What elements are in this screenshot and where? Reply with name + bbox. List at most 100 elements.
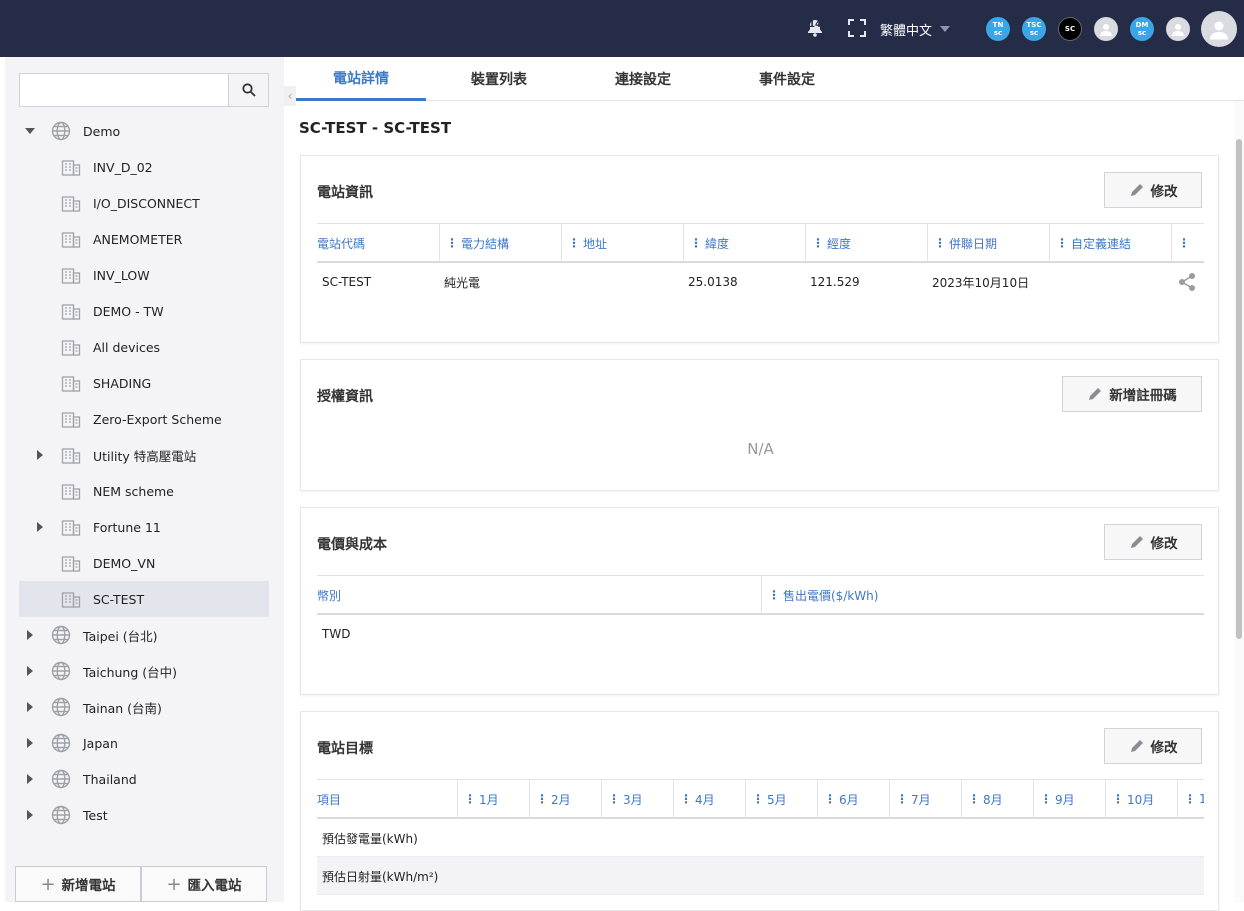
tab-connection-settings[interactable]: 連接設定: [580, 57, 706, 101]
tree-group-item[interactable]: Japan: [5, 725, 284, 761]
language-selector[interactable]: 繁體中文: [880, 18, 951, 40]
column-header[interactable]: 項目: [317, 780, 341, 818]
column-header[interactable]: ⋮ 併聯日期: [934, 224, 997, 262]
column-divider: [1177, 780, 1178, 818]
column-header[interactable]: ⋮: [1178, 224, 1193, 262]
user-avatar-sc[interactable]: SC: [1058, 17, 1082, 41]
column-divider: [1105, 780, 1106, 818]
tab-event-settings[interactable]: 事件設定: [724, 57, 850, 101]
tree-group-item[interactable]: Taipei (台北): [5, 617, 284, 653]
column-header[interactable]: ⋮11: [1184, 780, 1204, 818]
tree-site-item[interactable]: DEMO_VN: [5, 545, 284, 581]
tree-item-label: All devices: [93, 339, 161, 355]
user-avatar-dm[interactable]: DM sc: [1130, 17, 1154, 41]
current-user-avatar[interactable]: [1201, 11, 1237, 47]
column-menu-icon: ⋮: [568, 236, 580, 250]
column-header[interactable]: ⋮ 經度: [812, 224, 851, 262]
tree-group-item[interactable]: Demo: [5, 113, 284, 149]
add-site-button[interactable]: + 新增電站: [15, 866, 141, 902]
column-header[interactable]: ⋮ 9月: [1040, 780, 1075, 818]
caret-right-icon[interactable]: [25, 702, 35, 712]
tree-item-label: Tainan (台南): [83, 700, 162, 716]
tree-site-item[interactable]: SC-TEST: [19, 581, 269, 617]
user-avatar-default[interactable]: [1094, 17, 1118, 41]
user-avatar-default-2[interactable]: [1166, 17, 1190, 41]
tree-site-item[interactable]: INV_D_02: [5, 149, 284, 185]
user-avatar-tsc[interactable]: TSC sc: [1022, 17, 1046, 41]
user-avatar-tn[interactable]: TN sc: [986, 17, 1010, 41]
column-header[interactable]: ⋮ 3月: [608, 780, 643, 818]
column-header[interactable]: ⋮ 6月: [824, 780, 859, 818]
caret-right-icon[interactable]: [35, 522, 45, 532]
notification-bell-icon[interactable]: 14: [803, 16, 827, 40]
column-header[interactable]: 幣別: [317, 576, 341, 614]
building-icon: [61, 589, 81, 609]
column-header[interactable]: 電站代碼: [317, 224, 365, 262]
column-divider: [817, 780, 818, 818]
sidebar-collapse-handle[interactable]: ‹: [284, 86, 296, 106]
column-divider: [673, 780, 674, 818]
tree-item-label: SHADING: [93, 375, 152, 391]
column-header[interactable]: ⋮ 電力結構: [446, 224, 509, 262]
cell-currency: TWD: [322, 627, 351, 641]
share-icon[interactable]: [1177, 263, 1197, 301]
add-license-code-button[interactable]: 新增註冊碼: [1062, 376, 1202, 412]
column-header[interactable]: ⋮ 自定義連結: [1056, 224, 1131, 262]
globe-icon: [51, 625, 71, 645]
building-icon: [61, 517, 81, 537]
tree-site-item[interactable]: Zero-Export Scheme: [5, 401, 284, 437]
column-header[interactable]: ⋮ 緯度: [690, 224, 729, 262]
caret-right-icon[interactable]: [25, 810, 35, 820]
edit-station-info-button[interactable]: 修改: [1104, 172, 1202, 208]
column-menu-icon: ⋮: [934, 236, 946, 250]
column-header[interactable]: ⋮ 10月: [1112, 780, 1154, 818]
column-header[interactable]: ⋮ 5月: [752, 780, 787, 818]
column-divider: [1033, 780, 1034, 818]
column-menu-icon: ⋮: [1184, 792, 1196, 806]
edit-price-cost-button[interactable]: 修改: [1104, 524, 1202, 560]
tree-site-item[interactable]: I/O_DISCONNECT: [5, 185, 284, 221]
column-header[interactable]: ⋮ 1月: [464, 780, 499, 818]
fullscreen-icon[interactable]: [845, 16, 869, 40]
tree-site-item[interactable]: Utility 特高壓電站: [5, 437, 284, 473]
tree-site-item[interactable]: SHADING: [5, 365, 284, 401]
page-title: SC-TEST - SC-TEST: [299, 119, 452, 137]
caret-right-icon[interactable]: [25, 630, 35, 640]
tree-site-item[interactable]: DEMO - TW: [5, 293, 284, 329]
tree-site-item[interactable]: All devices: [5, 329, 284, 365]
caret-right-icon[interactable]: [25, 666, 35, 676]
column-header[interactable]: ⋮ 地址: [568, 224, 607, 262]
edit-station-goal-button[interactable]: 修改: [1104, 728, 1202, 764]
tree-site-item[interactable]: INV_LOW: [5, 257, 284, 293]
scrollbar-thumb[interactable]: [1236, 139, 1242, 639]
tree-group-item[interactable]: Taichung (台中): [5, 653, 284, 689]
chevron-down-icon: [940, 26, 951, 32]
tab-station-details[interactable]: 電站詳情: [296, 57, 426, 101]
cell-latitude: 25.0138: [688, 275, 738, 289]
site-search-input[interactable]: [19, 73, 228, 107]
tree-group-item[interactable]: Tainan (台南): [5, 689, 284, 725]
import-site-button[interactable]: + 匯入電站: [141, 866, 267, 902]
column-header[interactable]: ⋮ 8月: [968, 780, 1003, 818]
column-header[interactable]: ⋮ 2月: [536, 780, 571, 818]
search-button[interactable]: [228, 73, 269, 107]
column-divider: [745, 780, 746, 818]
tab-device-list[interactable]: 裝置列表: [436, 57, 562, 101]
column-menu-icon: ⋮: [1178, 236, 1190, 250]
column-header[interactable]: ⋮ 4月: [680, 780, 715, 818]
tree-site-item[interactable]: ANEMOMETER: [5, 221, 284, 257]
tree-group-item[interactable]: Thailand: [5, 761, 284, 797]
tree-group-item[interactable]: Test: [5, 797, 284, 833]
caret-right-icon[interactable]: [25, 774, 35, 784]
price-cost-title: 電價與成本: [317, 537, 387, 553]
tree-site-item[interactable]: Fortune 11: [5, 509, 284, 545]
tree-site-item[interactable]: NEM scheme: [5, 473, 284, 509]
tree-item-label: Zero-Export Scheme: [93, 411, 222, 427]
caret-right-icon[interactable]: [35, 450, 45, 460]
caret-right-icon[interactable]: [25, 738, 35, 748]
caret-down-icon[interactable]: [25, 126, 35, 136]
column-header[interactable]: ⋮ 7月: [896, 780, 931, 818]
column-header[interactable]: ⋮ 售出電價($/kWh): [768, 576, 878, 614]
cell-station-code: SC-TEST: [322, 275, 372, 289]
content-scrollbar[interactable]: [1234, 101, 1244, 902]
